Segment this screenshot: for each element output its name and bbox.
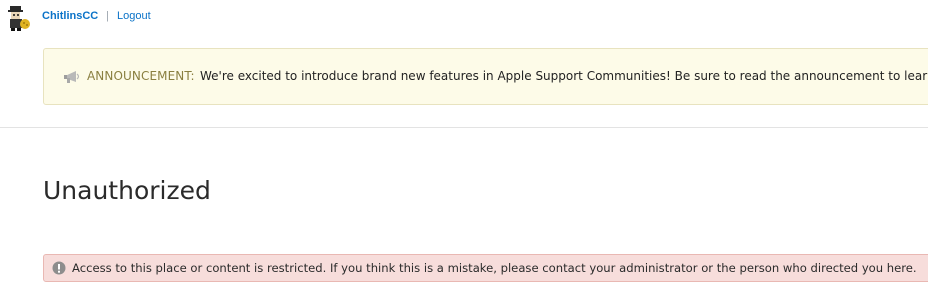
error-alert: Access to this place or content is restr… [43, 254, 928, 282]
megaphone-icon [64, 71, 80, 83]
user-bar-separator: | [106, 10, 109, 22]
alert-message: Access to this place or content is restr… [72, 261, 917, 275]
announcement-text[interactable]: We're excited to introduce brand new fea… [200, 69, 928, 83]
divider [0, 127, 928, 128]
page: ChitlinsCC | Logout ANNOUNCEMENT: We're … [0, 0, 928, 290]
user-avatar[interactable] [4, 4, 32, 32]
logout-link[interactable]: Logout [117, 10, 151, 22]
page-title: Unauthorized [43, 176, 211, 205]
user-bar: ChitlinsCC | Logout [0, 0, 928, 36]
info-icon [52, 261, 66, 275]
announcement-label: ANNOUNCEMENT: [87, 69, 195, 83]
announcement-banner: ANNOUNCEMENT: We're excited to introduce… [43, 48, 928, 105]
username-link[interactable]: ChitlinsCC [42, 10, 98, 22]
